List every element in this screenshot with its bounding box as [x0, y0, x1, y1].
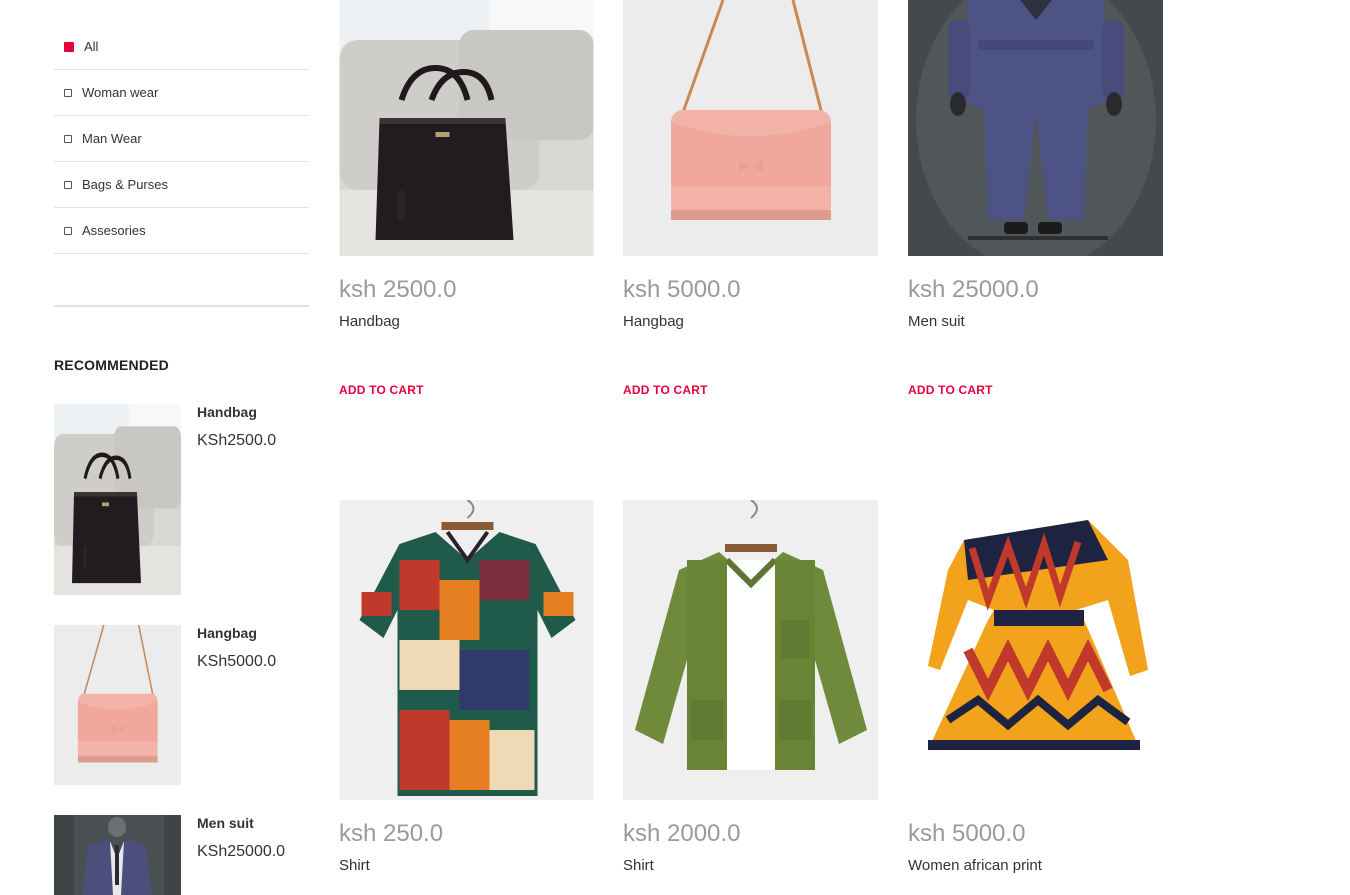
filter-label: Woman wear	[82, 85, 159, 100]
checkbox-icon[interactable]	[64, 134, 72, 143]
recommended-item-hangbag[interactable]: Hangbag KSh5000.0	[54, 625, 314, 785]
product-name[interactable]: Men suit	[908, 313, 965, 330]
product-name[interactable]: Handbag	[339, 313, 400, 330]
product-price: ksh 2000.0	[623, 820, 741, 847]
checkbox-icon[interactable]	[64, 180, 72, 189]
filter-label: Man Wear	[82, 131, 142, 146]
product-price: ksh 5000.0	[908, 820, 1026, 847]
recommended-name[interactable]: Handbag	[197, 404, 257, 420]
filter-label: All	[84, 39, 99, 54]
category-filter-list: All Woman wear Man Wear Bags & Purses As…	[54, 24, 309, 254]
product-thumbnail[interactable]	[54, 815, 181, 895]
add-to-cart-button[interactable]: ADD TO CART	[623, 383, 708, 397]
recommended-name[interactable]: Hangbag	[197, 625, 257, 641]
filter-accessories[interactable]: Assesories	[54, 208, 309, 254]
divider	[54, 305, 309, 307]
filter-label: Assesories	[82, 223, 146, 238]
product-image[interactable]	[339, 500, 594, 800]
filter-woman-wear[interactable]: Woman wear	[54, 70, 309, 116]
add-to-cart-button[interactable]: ADD TO CART	[339, 383, 424, 397]
checkbox-icon[interactable]	[64, 41, 74, 52]
product-card-men-suit: ksh 25000.0 Men suit ADD TO CART	[908, 0, 1163, 400]
product-name[interactable]: Hangbag	[623, 313, 684, 330]
recommended-price: KSh2500.0	[197, 432, 277, 449]
product-image[interactable]	[623, 500, 878, 800]
recommended-item-men-suit[interactable]: Men suit KSh25000.0	[54, 815, 314, 895]
product-thumbnail[interactable]	[54, 404, 181, 595]
product-card-african-print-dress: ksh 5000.0 Women african print	[908, 500, 1163, 895]
product-name[interactable]: Women african print	[908, 857, 1042, 874]
product-image[interactable]	[908, 500, 1163, 800]
product-price: ksh 25000.0	[908, 276, 1039, 303]
filter-man-wear[interactable]: Man Wear	[54, 116, 309, 162]
checkbox-icon[interactable]	[64, 88, 72, 97]
recommended-price: KSh5000.0	[197, 653, 277, 670]
product-price: ksh 250.0	[339, 820, 444, 847]
filter-bags-purses[interactable]: Bags & Purses	[54, 162, 309, 208]
product-price: ksh 2500.0	[339, 276, 457, 303]
filter-label: Bags & Purses	[82, 177, 168, 192]
product-thumbnail[interactable]	[54, 625, 181, 785]
product-card-handbag: ksh 2500.0 Handbag ADD TO CART	[339, 0, 594, 400]
filter-all[interactable]: All	[54, 24, 309, 70]
product-name[interactable]: Shirt	[339, 857, 370, 874]
product-card-shirt-patterned: ksh 250.0 Shirt	[339, 500, 594, 895]
product-price: ksh 5000.0	[623, 276, 741, 303]
product-image[interactable]	[908, 0, 1163, 256]
recommended-name[interactable]: Men suit	[197, 815, 254, 831]
product-image[interactable]	[623, 0, 878, 256]
checkbox-icon[interactable]	[64, 226, 72, 235]
recommended-price: KSh25000.0	[197, 843, 286, 860]
recommended-item-handbag[interactable]: Handbag KSh2500.0	[54, 404, 314, 595]
product-name[interactable]: Shirt	[623, 857, 654, 874]
product-image[interactable]	[339, 0, 594, 256]
product-card-hangbag: ksh 5000.0 Hangbag ADD TO CART	[623, 0, 878, 400]
product-card-shirt-corduroy: ksh 2000.0 Shirt	[623, 500, 878, 895]
recommended-heading: RECOMMENDED	[54, 357, 169, 373]
add-to-cart-button[interactable]: ADD TO CART	[908, 383, 993, 397]
